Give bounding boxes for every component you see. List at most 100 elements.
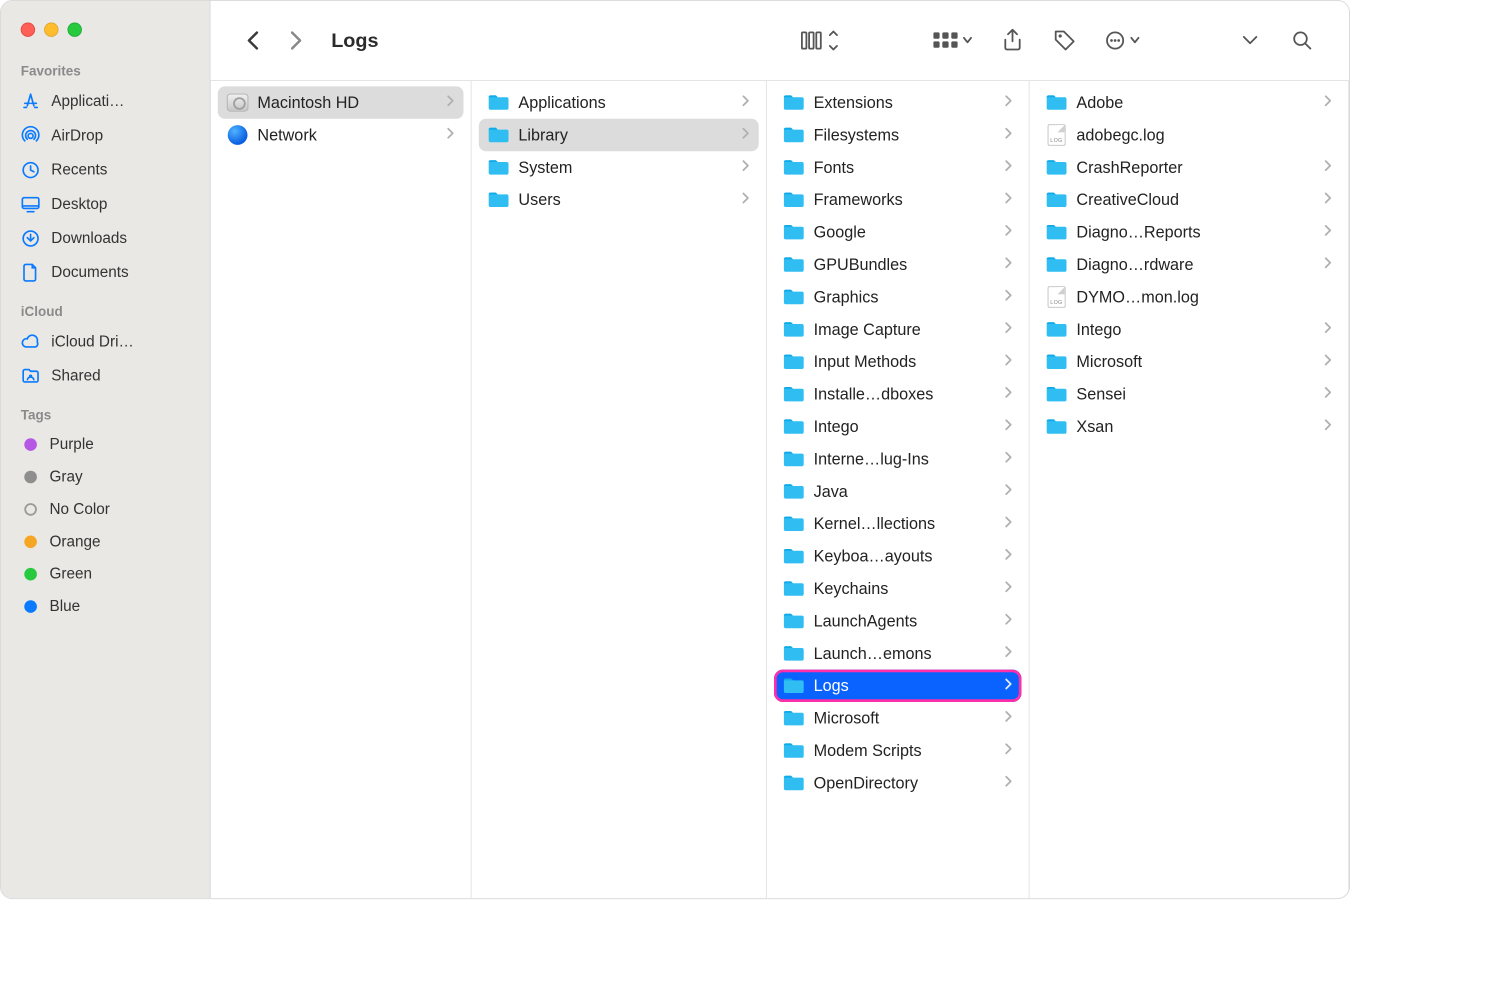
dropdown-button[interactable] [1230,25,1270,56]
chevron-right-icon [1004,288,1012,305]
file-row[interactable]: Network [218,119,464,151]
file-row[interactable]: Google [774,216,1022,248]
column-2[interactable]: ExtensionsFilesystemsFontsFrameworksGoog… [767,81,1030,898]
file-row[interactable]: Kernel…llections [774,508,1022,540]
chevron-right-icon [1004,612,1012,629]
folder-icon [783,740,805,762]
file-row[interactable]: Modem Scripts [774,734,1022,766]
file-row[interactable]: Diagno…Reports [1037,216,1341,248]
file-row[interactable]: DYMO…mon.log [1037,281,1341,313]
network-icon [227,124,249,146]
column-3[interactable]: Adobeadobegc.logCrashReporter CreativeClo… [1030,81,1350,898]
folder-icon [1046,416,1068,438]
sidebar-tag-item[interactable]: Purple [1,428,210,460]
group-by-button[interactable] [926,25,980,56]
sidebar-icloud-item[interactable]: iCloud Dri… [1,325,210,359]
sidebar-favorite-item[interactable]: Recents [1,153,210,187]
chevron-right-icon [1004,515,1012,532]
file-row[interactable]: Microsoft [1037,346,1341,378]
file-row[interactable]: Logs [774,670,1022,702]
column-0[interactable]: Macintosh HD Network [211,81,472,898]
file-name-label: Input Methods [814,352,996,371]
sidebar-favorite-item[interactable]: Desktop [1,187,210,221]
file-row[interactable]: Extensions [774,86,1022,118]
chevron-right-icon [1004,418,1012,435]
file-row[interactable]: Users [479,184,759,216]
file-row[interactable]: adobegc.log [1037,119,1341,151]
sidebar-item-label: Documents [51,264,128,282]
file-row[interactable]: Keychains [774,572,1022,604]
sidebar-favorite-item[interactable]: Documents [1,256,210,290]
file-row[interactable]: Fonts [774,151,1022,183]
folder-icon [783,513,805,535]
file-row[interactable]: Launch…emons [774,637,1022,669]
tags-button[interactable] [1045,25,1085,56]
file-row[interactable]: GPUBundles [774,248,1022,280]
chevron-right-icon [1324,159,1332,176]
sidebar-tag-item[interactable]: Green [1,558,210,590]
sidebar-item-label: Orange [50,533,101,551]
file-row[interactable]: CreativeCloud [1037,184,1341,216]
folder-icon [1046,157,1068,179]
file-row[interactable]: Keyboa…ayouts [774,540,1022,572]
sidebar-tag-item[interactable]: No Color [1,493,210,525]
file-row[interactable]: Library [479,119,759,151]
sidebar-favorite-item[interactable]: AirDrop [1,119,210,153]
finder-window: Favorites Applicati…AirDropRecentsDeskto… [0,0,1350,899]
view-mode-button[interactable] [793,25,847,56]
folder-icon [783,286,805,308]
file-name-label: Microsoft [1076,352,1315,371]
folder-icon [783,319,805,341]
sidebar-icloud-item[interactable]: Shared [1,359,210,393]
forward-button[interactable] [281,25,312,56]
file-row[interactable]: CrashReporter [1037,151,1341,183]
file-name-label: Macintosh HD [257,93,437,112]
file-row[interactable]: Xsan [1037,410,1341,442]
file-row[interactable]: Java [774,475,1022,507]
sidebar-tag-item[interactable]: Blue [1,590,210,622]
search-button[interactable] [1283,25,1323,56]
folder-icon [488,92,510,114]
file-row[interactable]: Installe…dboxes [774,378,1022,410]
actions-menu-button[interactable] [1097,25,1151,56]
sidebar-tag-item[interactable]: Orange [1,526,210,558]
folder-icon [1046,221,1068,243]
folder-icon [783,643,805,665]
file-row[interactable]: Input Methods [774,346,1022,378]
sidebar-item-label: Desktop [51,195,107,213]
file-name-label: DYMO…mon.log [1076,288,1332,307]
back-button[interactable] [238,25,269,56]
file-row[interactable]: Intego [774,410,1022,442]
file-row[interactable]: Adobe [1037,86,1341,118]
sidebar-favorite-item[interactable]: Applicati… [1,85,210,119]
sidebar-item-label: Blue [50,598,81,616]
share-button[interactable] [993,25,1033,56]
file-row[interactable]: OpenDirectory [774,767,1022,799]
minimize-window-button[interactable] [44,23,58,37]
file-row[interactable]: Filesystems [774,119,1022,151]
file-row[interactable]: Image Capture [774,313,1022,345]
file-row[interactable]: Macintosh HD [218,86,464,118]
appstore-icon [21,92,41,112]
tag-color-dot [24,503,37,516]
file-row[interactable]: Sensei [1037,378,1341,410]
file-row[interactable]: Intego [1037,313,1341,345]
file-row[interactable]: Frameworks [774,184,1022,216]
tag-color-dot [24,600,37,613]
close-window-button[interactable] [21,23,35,37]
file-row[interactable]: LaunchAgents [774,605,1022,637]
sidebar-tag-item[interactable]: Gray [1,461,210,493]
sidebar-favorite-item[interactable]: Downloads [1,221,210,255]
column-1[interactable]: ApplicationsLibrarySystemUsers [472,81,767,898]
file-name-label: Keyboa…ayouts [814,547,996,566]
file-name-label: CreativeCloud [1076,190,1315,209]
file-row[interactable]: Microsoft [774,702,1022,734]
file-row[interactable]: System [479,151,759,183]
file-name-label: OpenDirectory [814,774,996,793]
file-row[interactable]: Graphics [774,281,1022,313]
sidebar-item-label: Gray [50,468,83,486]
file-row[interactable]: Applications [479,86,759,118]
file-row[interactable]: Diagno…rdware [1037,248,1341,280]
fullscreen-window-button[interactable] [68,23,82,37]
file-row[interactable]: Interne…lug-Ins [774,443,1022,475]
